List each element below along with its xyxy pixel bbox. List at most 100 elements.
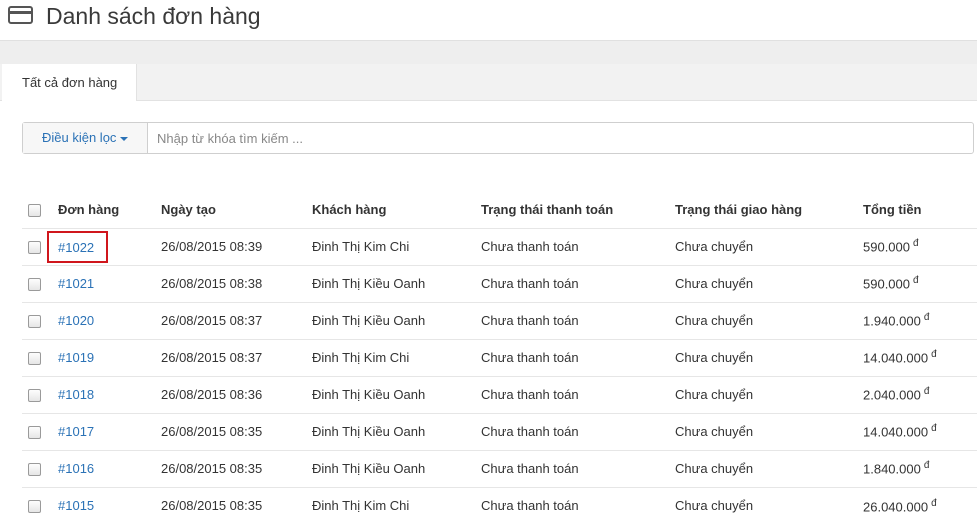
order-link[interactable]: #1021 bbox=[58, 276, 94, 291]
shipping-status-cell: Chưa chuyển bbox=[675, 264, 863, 302]
created-date-cell: 26/08/2015 08:35 bbox=[161, 449, 312, 487]
row-select-cell bbox=[22, 412, 58, 450]
total-cell: 590.000 đ bbox=[863, 264, 977, 302]
total-cell: 1.940.000 đ bbox=[863, 301, 977, 339]
order-id-cell: #1017 bbox=[58, 412, 161, 450]
row-checkbox[interactable] bbox=[28, 241, 41, 255]
payment-status-cell: Chưa thanh toán bbox=[481, 264, 675, 302]
row-checkbox[interactable] bbox=[28, 278, 41, 292]
row-checkbox[interactable] bbox=[28, 463, 41, 477]
payment-status-cell: Chưa thanh toán bbox=[481, 338, 675, 376]
row-checkbox[interactable] bbox=[28, 426, 41, 440]
order-link[interactable]: #1018 bbox=[58, 387, 94, 402]
row-checkbox[interactable] bbox=[28, 389, 41, 403]
payment-status-cell: Chưa thanh toán bbox=[481, 301, 675, 339]
table-row: #1019 26/08/2015 08:37 Đinh Thị Kim Chi … bbox=[22, 338, 977, 376]
currency-symbol: đ bbox=[931, 497, 937, 509]
total-amount: 590.000 bbox=[863, 276, 910, 292]
order-link[interactable]: #1020 bbox=[58, 313, 94, 328]
select-all-checkbox[interactable] bbox=[28, 204, 41, 218]
payment-status-cell: Chưa thanh toán bbox=[481, 412, 675, 450]
shipping-status-cell: Chưa chuyển bbox=[675, 338, 863, 376]
created-date-cell: 26/08/2015 08:37 bbox=[161, 301, 312, 339]
row-select-cell bbox=[22, 486, 58, 519]
order-link[interactable]: #1016 bbox=[58, 461, 94, 476]
customer-cell: Đinh Thị Kim Chi bbox=[312, 486, 481, 519]
total-amount: 14.040.000 bbox=[863, 424, 929, 440]
column-header-payment-status[interactable]: Trạng thái thanh toán bbox=[481, 192, 675, 228]
table-row: #1022 26/08/2015 08:39 Đinh Thị Kim Chi … bbox=[22, 227, 977, 265]
total-cell: 14.040.000 đ bbox=[863, 338, 977, 376]
created-date-cell: 26/08/2015 08:39 bbox=[161, 227, 312, 265]
table-row: #1016 26/08/2015 08:35 Đinh Thị Kiều Oan… bbox=[22, 449, 977, 487]
filter-conditions-button[interactable]: Điều kiện lọc bbox=[23, 123, 148, 153]
currency-symbol: đ bbox=[923, 386, 930, 398]
customer-cell: Đinh Thị Kiều Oanh bbox=[312, 375, 481, 413]
total-cell: 14.040.000 đ bbox=[863, 412, 977, 450]
created-date-cell: 26/08/2015 08:38 bbox=[161, 264, 312, 302]
shipping-status-cell: Chưa chuyển bbox=[675, 449, 863, 487]
payment-status-cell: Chưa thanh toán bbox=[481, 486, 675, 519]
order-id-cell: #1022 bbox=[47, 227, 161, 265]
order-id-cell: #1019 bbox=[58, 338, 161, 376]
header-divider-band bbox=[0, 41, 977, 64]
order-link[interactable]: #1019 bbox=[58, 350, 94, 365]
total-amount: 1.840.000 bbox=[863, 461, 921, 477]
filter-bar: Điều kiện lọc bbox=[22, 122, 974, 154]
currency-symbol: đ bbox=[913, 238, 919, 250]
currency-symbol: đ bbox=[913, 275, 919, 287]
customer-cell: Đinh Thị Kiều Oanh bbox=[312, 412, 481, 450]
shipping-status-cell: Chưa chuyển bbox=[675, 486, 863, 519]
caret-down-icon bbox=[120, 136, 129, 141]
table-row: #1021 26/08/2015 08:38 Đinh Thị Kiều Oan… bbox=[22, 264, 977, 302]
highlight-box: #1022 bbox=[47, 230, 109, 263]
orders-table: Đơn hàng Ngày tạo Khách hàng Trạng thái … bbox=[22, 192, 977, 519]
search-input[interactable] bbox=[149, 123, 973, 153]
payment-status-cell: Chưa thanh toán bbox=[481, 449, 675, 487]
row-select-cell bbox=[22, 449, 58, 487]
row-checkbox[interactable] bbox=[28, 500, 41, 514]
column-header-shipping-status[interactable]: Trạng thái giao hàng bbox=[675, 192, 863, 228]
order-link[interactable]: #1022 bbox=[58, 240, 94, 255]
customer-cell: Đinh Thị Kim Chi bbox=[312, 227, 481, 265]
total-cell: 1.840.000 đ bbox=[863, 449, 977, 487]
tab-all-orders[interactable]: Tất cả đơn hàng bbox=[2, 64, 137, 101]
order-id-cell: #1020 bbox=[58, 301, 161, 339]
row-select-cell bbox=[22, 301, 58, 339]
table-row: #1020 26/08/2015 08:37 Đinh Thị Kiều Oan… bbox=[22, 301, 977, 339]
payment-status-cell: Chưa thanh toán bbox=[481, 375, 675, 413]
main-content: Điều kiện lọc Đơn hàng Ngày tạo Khách hà… bbox=[0, 101, 977, 519]
created-date-cell: 26/08/2015 08:35 bbox=[161, 412, 312, 450]
order-id-cell: #1016 bbox=[58, 449, 161, 487]
filter-conditions-label: Điều kiện lọc bbox=[42, 130, 117, 145]
customer-cell: Đinh Thị Kiều Oanh bbox=[312, 264, 481, 302]
column-header-total[interactable]: Tổng tiền bbox=[863, 192, 977, 228]
order-link[interactable]: #1015 bbox=[58, 498, 94, 513]
total-amount: 14.040.000 bbox=[863, 350, 929, 366]
column-header-date[interactable]: Ngày tạo bbox=[161, 192, 312, 228]
payment-status-cell: Chưa thanh toán bbox=[481, 227, 675, 265]
customer-cell: Đinh Thị Kiều Oanh bbox=[312, 301, 481, 339]
shipping-status-cell: Chưa chuyển bbox=[675, 301, 863, 339]
row-select-cell bbox=[22, 264, 58, 302]
table-row: #1015 26/08/2015 08:35 Đinh Thị Kim Chi … bbox=[22, 486, 977, 519]
row-checkbox[interactable] bbox=[28, 352, 41, 366]
column-header-customer[interactable]: Khách hàng bbox=[312, 192, 481, 228]
shipping-status-cell: Chưa chuyển bbox=[675, 375, 863, 413]
created-date-cell: 26/08/2015 08:35 bbox=[161, 486, 312, 519]
credit-card-icon bbox=[8, 5, 33, 25]
customer-cell: Đinh Thị Kiều Oanh bbox=[312, 449, 481, 487]
column-header-order[interactable]: Đơn hàng bbox=[58, 192, 161, 228]
order-id-cell: #1021 bbox=[58, 264, 161, 302]
total-cell: 590.000 đ bbox=[863, 227, 977, 265]
currency-symbol: đ bbox=[923, 312, 930, 324]
total-amount: 26.040.000 bbox=[863, 498, 929, 514]
shipping-status-cell: Chưa chuyển bbox=[675, 412, 863, 450]
total-amount: 2.040.000 bbox=[863, 387, 921, 403]
table-header-row: Đơn hàng Ngày tạo Khách hàng Trạng thái … bbox=[22, 192, 977, 228]
table-row: #1017 26/08/2015 08:35 Đinh Thị Kiều Oan… bbox=[22, 412, 977, 450]
row-checkbox[interactable] bbox=[28, 315, 41, 329]
page-title: Danh sách đơn hàng bbox=[46, 3, 261, 29]
shipping-status-cell: Chưa chuyển bbox=[675, 227, 863, 265]
order-link[interactable]: #1017 bbox=[58, 424, 94, 439]
